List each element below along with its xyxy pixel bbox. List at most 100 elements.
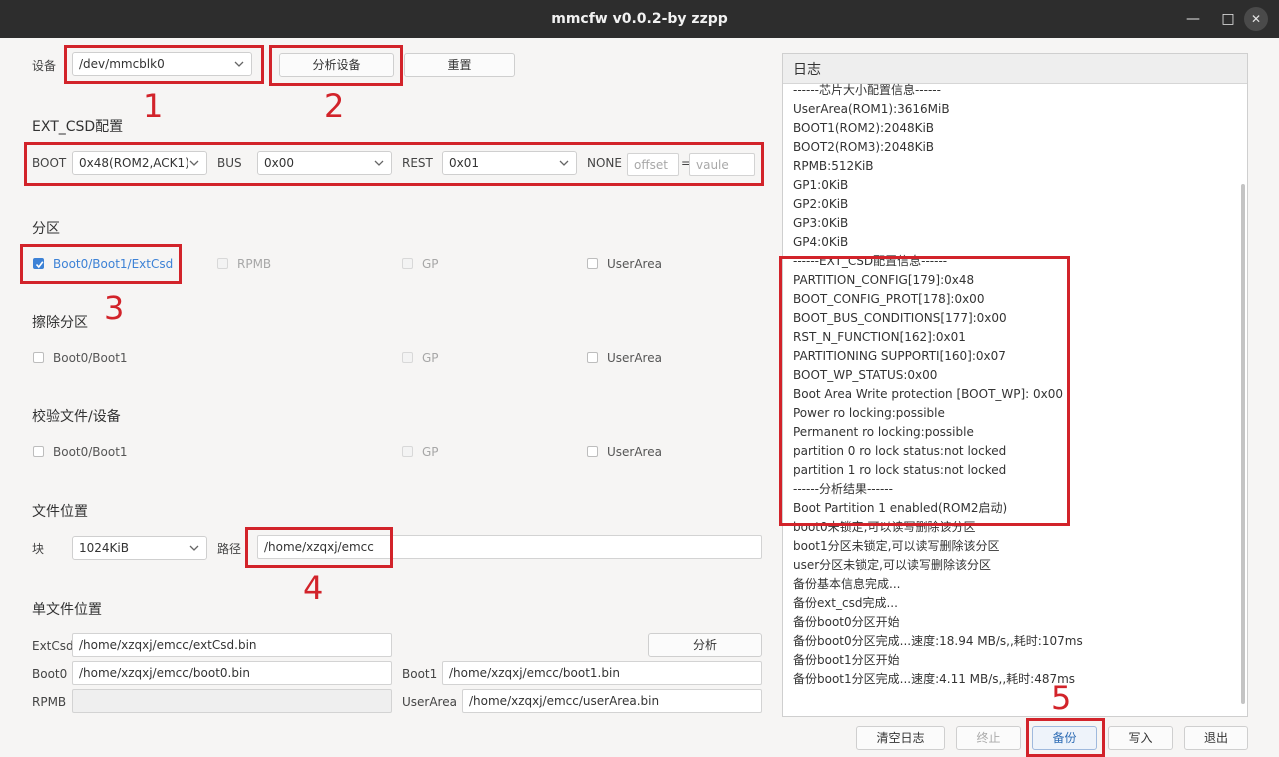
path-label: 路径 — [217, 542, 242, 556]
chevron-down-icon — [558, 152, 570, 174]
checkbox-label: UserArea — [607, 257, 662, 271]
exit-button[interactable]: 退出 — [1184, 726, 1248, 750]
checkbox-label: GP — [422, 257, 439, 271]
log-line: GP1:0KiB — [793, 178, 849, 192]
bus-label: BUS — [217, 156, 242, 170]
log-scrollbar[interactable] — [1241, 184, 1245, 704]
checkbox-box — [33, 352, 44, 363]
backup-button[interactable]: 备份 — [1032, 726, 1097, 750]
boot0-path-input[interactable]: /home/xzqxj/emcc/boot0.bin — [72, 661, 392, 685]
log-line: 备份ext_csd完成... — [793, 596, 898, 610]
bus-select[interactable]: 0x00 — [257, 151, 392, 175]
offset-placeholder: offset — [634, 158, 668, 172]
block-size-value: 1024KiB — [79, 541, 129, 555]
extcsd-path-value: /home/xzqxj/emcc/extCsd.bin — [79, 638, 257, 652]
annotation-number-2: 2 — [324, 87, 345, 125]
file-location-heading: 文件位置 — [32, 504, 88, 520]
userarea-path-input[interactable]: /home/xzqxj/emcc/userArea.bin — [462, 689, 762, 713]
log-line: ------分析结果------ — [793, 482, 893, 496]
device-select[interactable]: /dev/mmcblk0 — [72, 52, 252, 76]
checkbox-label: Boot0/Boot1/ExtCsd — [53, 257, 174, 271]
log-line: PARTITIONING SUPPORTI[160]:0x07 — [793, 349, 1006, 363]
log-line: RST_N_FUNCTION[162]:0x01 — [793, 330, 966, 344]
rest-select-value: 0x01 — [449, 156, 480, 170]
checkbox-box — [587, 352, 598, 363]
checkbox-label: GP — [422, 351, 439, 365]
analyze-device-button[interactable]: 分析设备 — [279, 53, 394, 77]
checkbox-box — [217, 258, 228, 269]
verify-heading: 校验文件/设备 — [32, 409, 121, 425]
log-line: boot1分区未锁定,可以读写删除该分区 — [793, 539, 1000, 553]
boot-select[interactable]: 0x48(ROM2,ACK1) — [72, 151, 207, 175]
ext-csd-heading: EXT_CSD配置 — [32, 119, 124, 135]
annotation-number-4: 4 — [303, 569, 324, 607]
checkbox-label: Boot0/Boot1 — [53, 351, 128, 365]
userarea-label: UserArea — [402, 695, 457, 709]
log-line: 备份基本信息完成... — [793, 577, 901, 591]
single-file-heading: 单文件位置 — [32, 602, 102, 618]
rpmb-label: RPMB — [32, 695, 67, 709]
none-label: NONE — [587, 156, 622, 170]
chevron-down-icon — [188, 152, 200, 174]
log-lines: ------芯片大小配置信息------ UserArea(ROM1):3616M… — [793, 81, 1233, 689]
log-line: 备份boot0分区完成...速度:18.94 MB/s,,耗时:107ms — [793, 634, 1083, 648]
rest-label: REST — [402, 156, 433, 170]
block-label: 块 — [32, 542, 45, 556]
checkbox-box — [33, 446, 44, 457]
checkbox-label: RPMB — [237, 257, 272, 271]
log-line: 备份boot1分区完成...速度:4.11 MB/s,,耗时:487ms — [793, 672, 1076, 686]
boot0-label: Boot0 — [32, 667, 68, 681]
log-line: BOOT_BUS_CONDITIONS[177]:0x00 — [793, 311, 1007, 325]
userarea-path-value: /home/xzqxj/emcc/userArea.bin — [469, 694, 660, 708]
log-line: 备份boot0分区开始 — [793, 615, 900, 629]
log-line: GP2:0KiB — [793, 197, 849, 211]
value-placeholder: vaule — [696, 158, 729, 172]
log-line: GP4:0KiB — [793, 235, 849, 249]
boot1-path-input[interactable]: /home/xzqxj/emcc/boot1.bin — [442, 661, 762, 685]
offset-input[interactable]: offset — [627, 153, 679, 176]
boot1-label: Boot1 — [402, 667, 438, 681]
device-label: 设备 — [32, 59, 57, 73]
extcsd-path-input[interactable]: /home/xzqxj/emcc/extCsd.bin — [72, 633, 392, 657]
checkbox-box — [402, 352, 413, 363]
chevron-down-icon — [188, 537, 200, 559]
checkbox-box — [33, 258, 44, 269]
log-line: BOOT1(ROM2):2048KiB — [793, 121, 935, 135]
log-line: BOOT2(ROM3):2048KiB — [793, 140, 935, 154]
path-value: /home/xzqxj/emcc — [264, 540, 374, 554]
log-heading: 日志 — [783, 54, 1247, 84]
maximize-icon[interactable]: □ — [1216, 7, 1240, 31]
extcsd-label: ExtCsd — [32, 639, 74, 653]
title-bar: mmcfw v0.0.2-by zzpp — □ ✕ — [0, 0, 1279, 38]
erase-heading: 擦除分区 — [32, 315, 88, 331]
checkbox-box — [587, 446, 598, 457]
log-line: partition 1 ro lock status:not locked — [793, 463, 1007, 477]
log-line: Boot Partition 1 enabled(ROM2启动) — [793, 501, 1008, 515]
checkbox-box — [402, 258, 413, 269]
block-size-select[interactable]: 1024KiB — [72, 536, 207, 560]
analyze-file-button[interactable]: 分析 — [648, 633, 762, 657]
boot-label: BOOT — [32, 156, 67, 170]
annotation-number-1: 1 — [143, 87, 164, 125]
checkbox-label: UserArea — [607, 351, 662, 365]
log-line: BOOT_CONFIG_PROT[178]:0x00 — [793, 292, 985, 306]
stop-button[interactable]: 终止 — [956, 726, 1021, 750]
log-panel[interactable]: 日志 ------芯片大小配置信息------ UserArea(ROM1):36… — [782, 53, 1248, 717]
annotation-number-5: 5 — [1051, 679, 1072, 717]
rest-select[interactable]: 0x01 — [442, 151, 577, 175]
minimize-icon[interactable]: — — [1181, 7, 1205, 31]
write-button[interactable]: 写入 — [1108, 726, 1173, 750]
rpmb-path-input[interactable] — [72, 689, 392, 713]
log-line: RPMB:512KiB — [793, 159, 874, 173]
log-line: boot0未锁定,可以读写删除该分区 — [793, 520, 976, 534]
checkbox-box — [587, 258, 598, 269]
reset-button[interactable]: 重置 — [404, 53, 515, 77]
checkbox-label: UserArea — [607, 445, 662, 459]
value-input[interactable]: vaule — [689, 153, 755, 176]
log-line: BOOT_WP_STATUS:0x00 — [793, 368, 938, 382]
checkbox-box — [402, 446, 413, 457]
clear-log-button[interactable]: 清空日志 — [856, 726, 945, 750]
log-line: user分区未锁定,可以读写删除该分区 — [793, 558, 991, 572]
close-icon[interactable]: ✕ — [1244, 7, 1268, 31]
path-input[interactable]: /home/xzqxj/emcc — [257, 535, 762, 559]
